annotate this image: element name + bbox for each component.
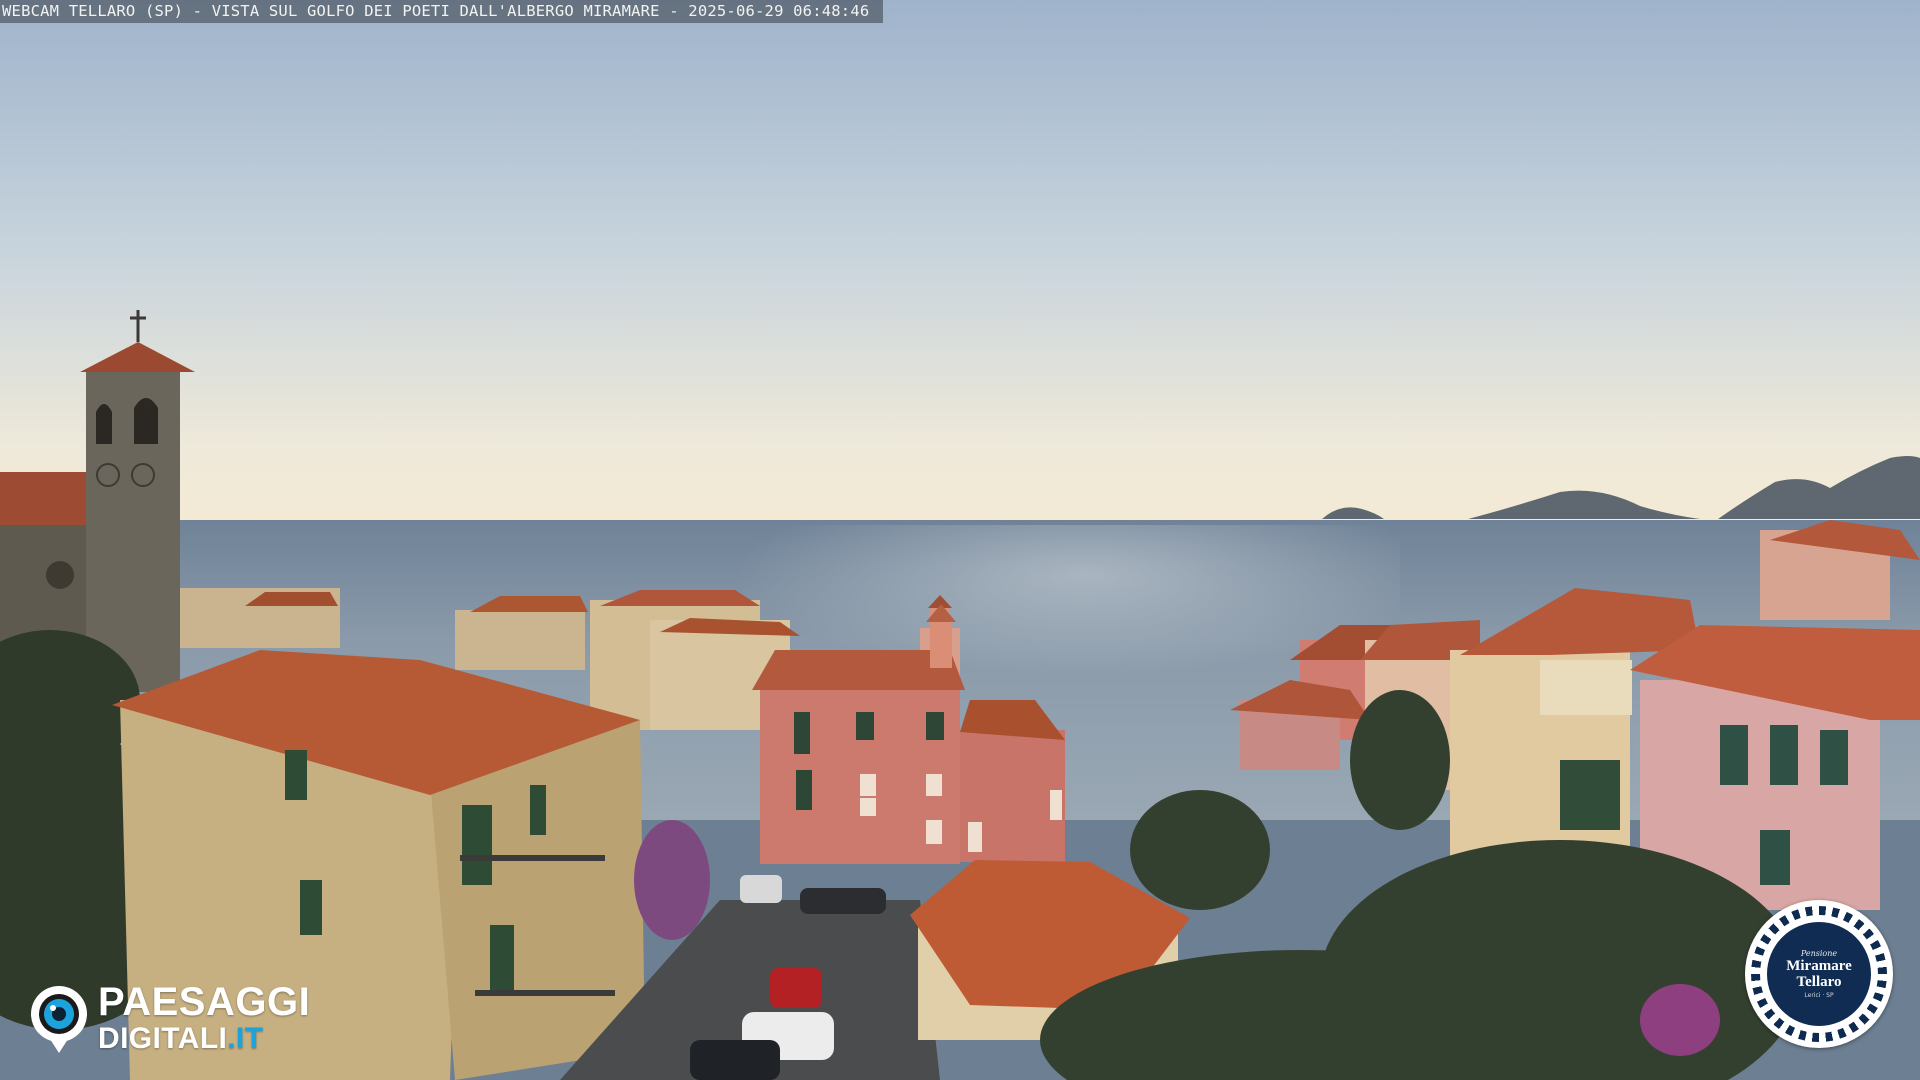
- sky: [0, 0, 1920, 525]
- bougainvillea-bush: [634, 820, 710, 940]
- logo-text-line2: DIGITALI.IT: [98, 1022, 264, 1055]
- seal-sub-text: Lerici · SP: [1804, 992, 1834, 999]
- seal-name-line1: Miramare: [1786, 958, 1852, 974]
- seal-name-line2: Tellaro: [1796, 974, 1842, 990]
- logo-text-line1: PAESAGGI: [98, 980, 311, 1024]
- miramare-tellaro-seal: Pensione Miramare Tellaro Lerici · SP: [1745, 900, 1893, 1048]
- webcam-scene: [0, 0, 1920, 1080]
- camera-lens-icon: [31, 986, 87, 1053]
- flower-bush-right: [1640, 984, 1720, 1056]
- paesaggi-digitali-logo: PAESAGGI DIGITALI.IT: [28, 982, 310, 1054]
- webcam-caption: WEBCAM TELLARO (SP) - VISTA SUL GOLFO DE…: [0, 0, 884, 23]
- seal-small-text: Pensione: [1800, 949, 1838, 958]
- bell-tower: [80, 310, 195, 692]
